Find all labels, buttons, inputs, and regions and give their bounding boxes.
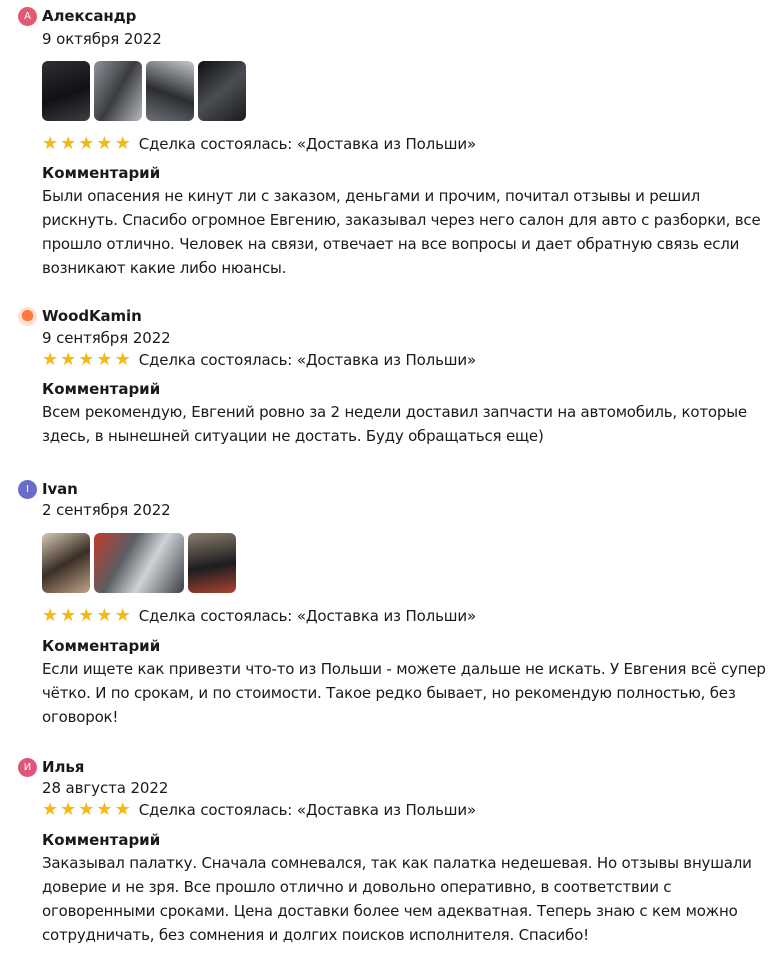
photo-gallery: [42, 61, 246, 121]
reviewer-name[interactable]: Ivan: [42, 480, 78, 498]
star-icon: ★: [60, 605, 77, 626]
review-header: А Александр: [18, 6, 136, 26]
star-icon: ★: [114, 133, 131, 154]
star-rating: ★ ★ ★ ★ ★: [42, 351, 131, 369]
avatar[interactable]: И: [18, 757, 37, 777]
star-icon: ★: [114, 799, 131, 820]
star-icon: ★: [96, 133, 113, 154]
woodkamin-logo-icon[interactable]: [18, 306, 37, 326]
star-rating: ★ ★ ★ ★ ★: [42, 607, 131, 625]
rating-row: ★ ★ ★ ★ ★ Сделка состоялась: «Доставка и…: [42, 800, 476, 820]
rating-row: ★ ★ ★ ★ ★ Сделка состоялась: «Доставка и…: [42, 134, 476, 154]
review-header: WoodKamin: [18, 306, 142, 326]
star-icon: ★: [78, 349, 95, 370]
reviewer-name[interactable]: Александр: [42, 7, 136, 25]
avatar[interactable]: А: [18, 6, 37, 26]
review-card: I Ivan 2 сентября 2022 ★ ★ ★ ★ ★ Сделка …: [18, 479, 768, 729]
comment-title: Комментарий: [42, 831, 161, 849]
photo-gallery: [42, 533, 236, 593]
review-photo[interactable]: [94, 533, 184, 593]
star-icon: ★: [114, 605, 131, 626]
review-header: И Илья: [18, 757, 84, 777]
star-icon: ★: [42, 349, 59, 370]
star-icon: ★: [60, 349, 77, 370]
review-photo[interactable]: [94, 61, 142, 121]
comment-text: Были опасения не кинут ли с заказом, ден…: [42, 187, 761, 277]
rating-row: ★ ★ ★ ★ ★ Сделка состоялась: «Доставка и…: [42, 350, 476, 370]
review-date: 2 сентября 2022: [42, 501, 171, 519]
comment-title: Комментарий: [42, 380, 161, 398]
review-date: 9 сентября 2022: [42, 329, 171, 347]
star-icon: ★: [42, 133, 59, 154]
star-rating: ★ ★ ★ ★ ★: [42, 801, 131, 819]
star-icon: ★: [60, 133, 77, 154]
deal-label[interactable]: Сделка состоялась: «Доставка из Польши»: [139, 801, 476, 819]
star-icon: ★: [96, 799, 113, 820]
review-card: WoodKamin 9 сентября 2022 ★ ★ ★ ★ ★ Сдел…: [18, 306, 768, 456]
review-date: 28 августа 2022: [42, 779, 169, 797]
comment-title: Комментарий: [42, 637, 161, 655]
star-icon: ★: [78, 799, 95, 820]
star-icon: ★: [42, 605, 59, 626]
star-icon: ★: [96, 605, 113, 626]
review-photo[interactable]: [146, 61, 194, 121]
reviewer-name[interactable]: WoodKamin: [42, 307, 142, 325]
review-photo[interactable]: [42, 533, 90, 593]
review-photo[interactable]: [42, 61, 90, 121]
comment-title: Комментарий: [42, 164, 161, 182]
deal-label[interactable]: Сделка состоялась: «Доставка из Польши»: [139, 607, 476, 625]
star-rating: ★ ★ ★ ★ ★: [42, 135, 131, 153]
comment-text: Если ищете как привезти что-то из Польши…: [42, 660, 766, 726]
comment-text: Заказывал палатку. Сначала сомневался, т…: [42, 854, 752, 944]
review-photo[interactable]: [188, 533, 236, 593]
star-icon: ★: [114, 349, 131, 370]
reviewer-name[interactable]: Илья: [42, 758, 84, 776]
star-icon: ★: [96, 349, 113, 370]
review-date: 9 октября 2022: [42, 30, 162, 48]
comment-text: Всем рекомендую, Евгений ровно за 2 неде…: [42, 403, 747, 445]
star-icon: ★: [42, 799, 59, 820]
deal-label[interactable]: Сделка состоялась: «Доставка из Польши»: [139, 135, 476, 153]
rating-row: ★ ★ ★ ★ ★ Сделка состоялась: «Доставка и…: [42, 606, 476, 626]
star-icon: ★: [78, 605, 95, 626]
star-icon: ★: [78, 133, 95, 154]
deal-label[interactable]: Сделка состоялась: «Доставка из Польши»: [139, 351, 476, 369]
review-card: А Александр 9 октября 2022 ★ ★ ★ ★ ★ Сде…: [18, 6, 768, 291]
star-icon: ★: [60, 799, 77, 820]
review-card: И Илья 28 августа 2022 ★ ★ ★ ★ ★ Сделка …: [18, 757, 768, 947]
review-photo[interactable]: [198, 61, 246, 121]
avatar[interactable]: I: [18, 479, 37, 499]
review-header: I Ivan: [18, 479, 78, 499]
